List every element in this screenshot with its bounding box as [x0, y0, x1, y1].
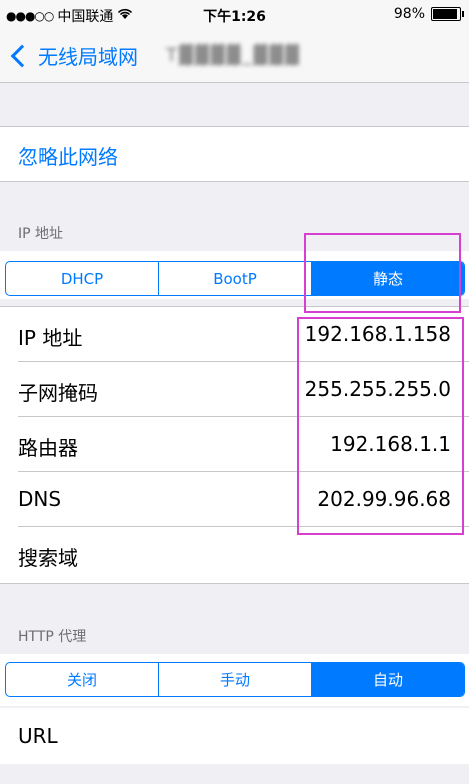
url-row[interactable]: URL	[0, 708, 469, 764]
proxy-mode-cell: 关闭 手动 自动	[0, 654, 469, 706]
back-label: 无线局域网	[38, 45, 138, 69]
battery-icon	[431, 7, 464, 21]
forget-network-label: 忽略此网络	[18, 145, 118, 169]
proxy-section-header: HTTP 代理	[18, 629, 87, 645]
navigation-bar: 无线局域网 T▓▓▓▓_▓▓▓	[0, 30, 469, 83]
row-label: 路由器	[18, 436, 78, 460]
highlight-static-box	[304, 233, 461, 313]
row-label: 子网掩码	[18, 381, 98, 405]
chevron-left-icon	[10, 44, 34, 67]
highlight-values-box	[297, 317, 464, 535]
url-label: URL	[18, 724, 58, 748]
proxy-mode-segmented-control: 关闭 手动 自动	[5, 662, 465, 697]
row-label: DNS	[18, 487, 62, 511]
segment-dhcp[interactable]: DHCP	[6, 262, 159, 295]
status-right: 98%	[393, 6, 464, 22]
segment-manual[interactable]: 手动	[159, 663, 312, 696]
status-bar: ●●●○○ 中国联通 下午1:26 98%	[0, 0, 469, 30]
battery-fill	[433, 9, 457, 19]
ip-section-header: IP 地址	[18, 226, 64, 242]
forget-network-cell[interactable]: 忽略此网络	[0, 126, 469, 182]
segment-auto[interactable]: 自动	[312, 663, 464, 696]
battery-percent: 98%	[393, 6, 425, 22]
search-domains-row[interactable]: 搜索域	[0, 527, 469, 582]
row-label: 搜索域	[18, 546, 78, 570]
row-label: IP 地址	[18, 326, 83, 350]
network-name-title: T▓▓▓▓_▓▓▓	[166, 45, 301, 66]
segment-off[interactable]: 关闭	[6, 663, 159, 696]
battery-tip	[462, 11, 464, 17]
segment-bootp[interactable]: BootP	[159, 262, 312, 295]
back-button[interactable]: 无线局域网	[8, 41, 138, 70]
